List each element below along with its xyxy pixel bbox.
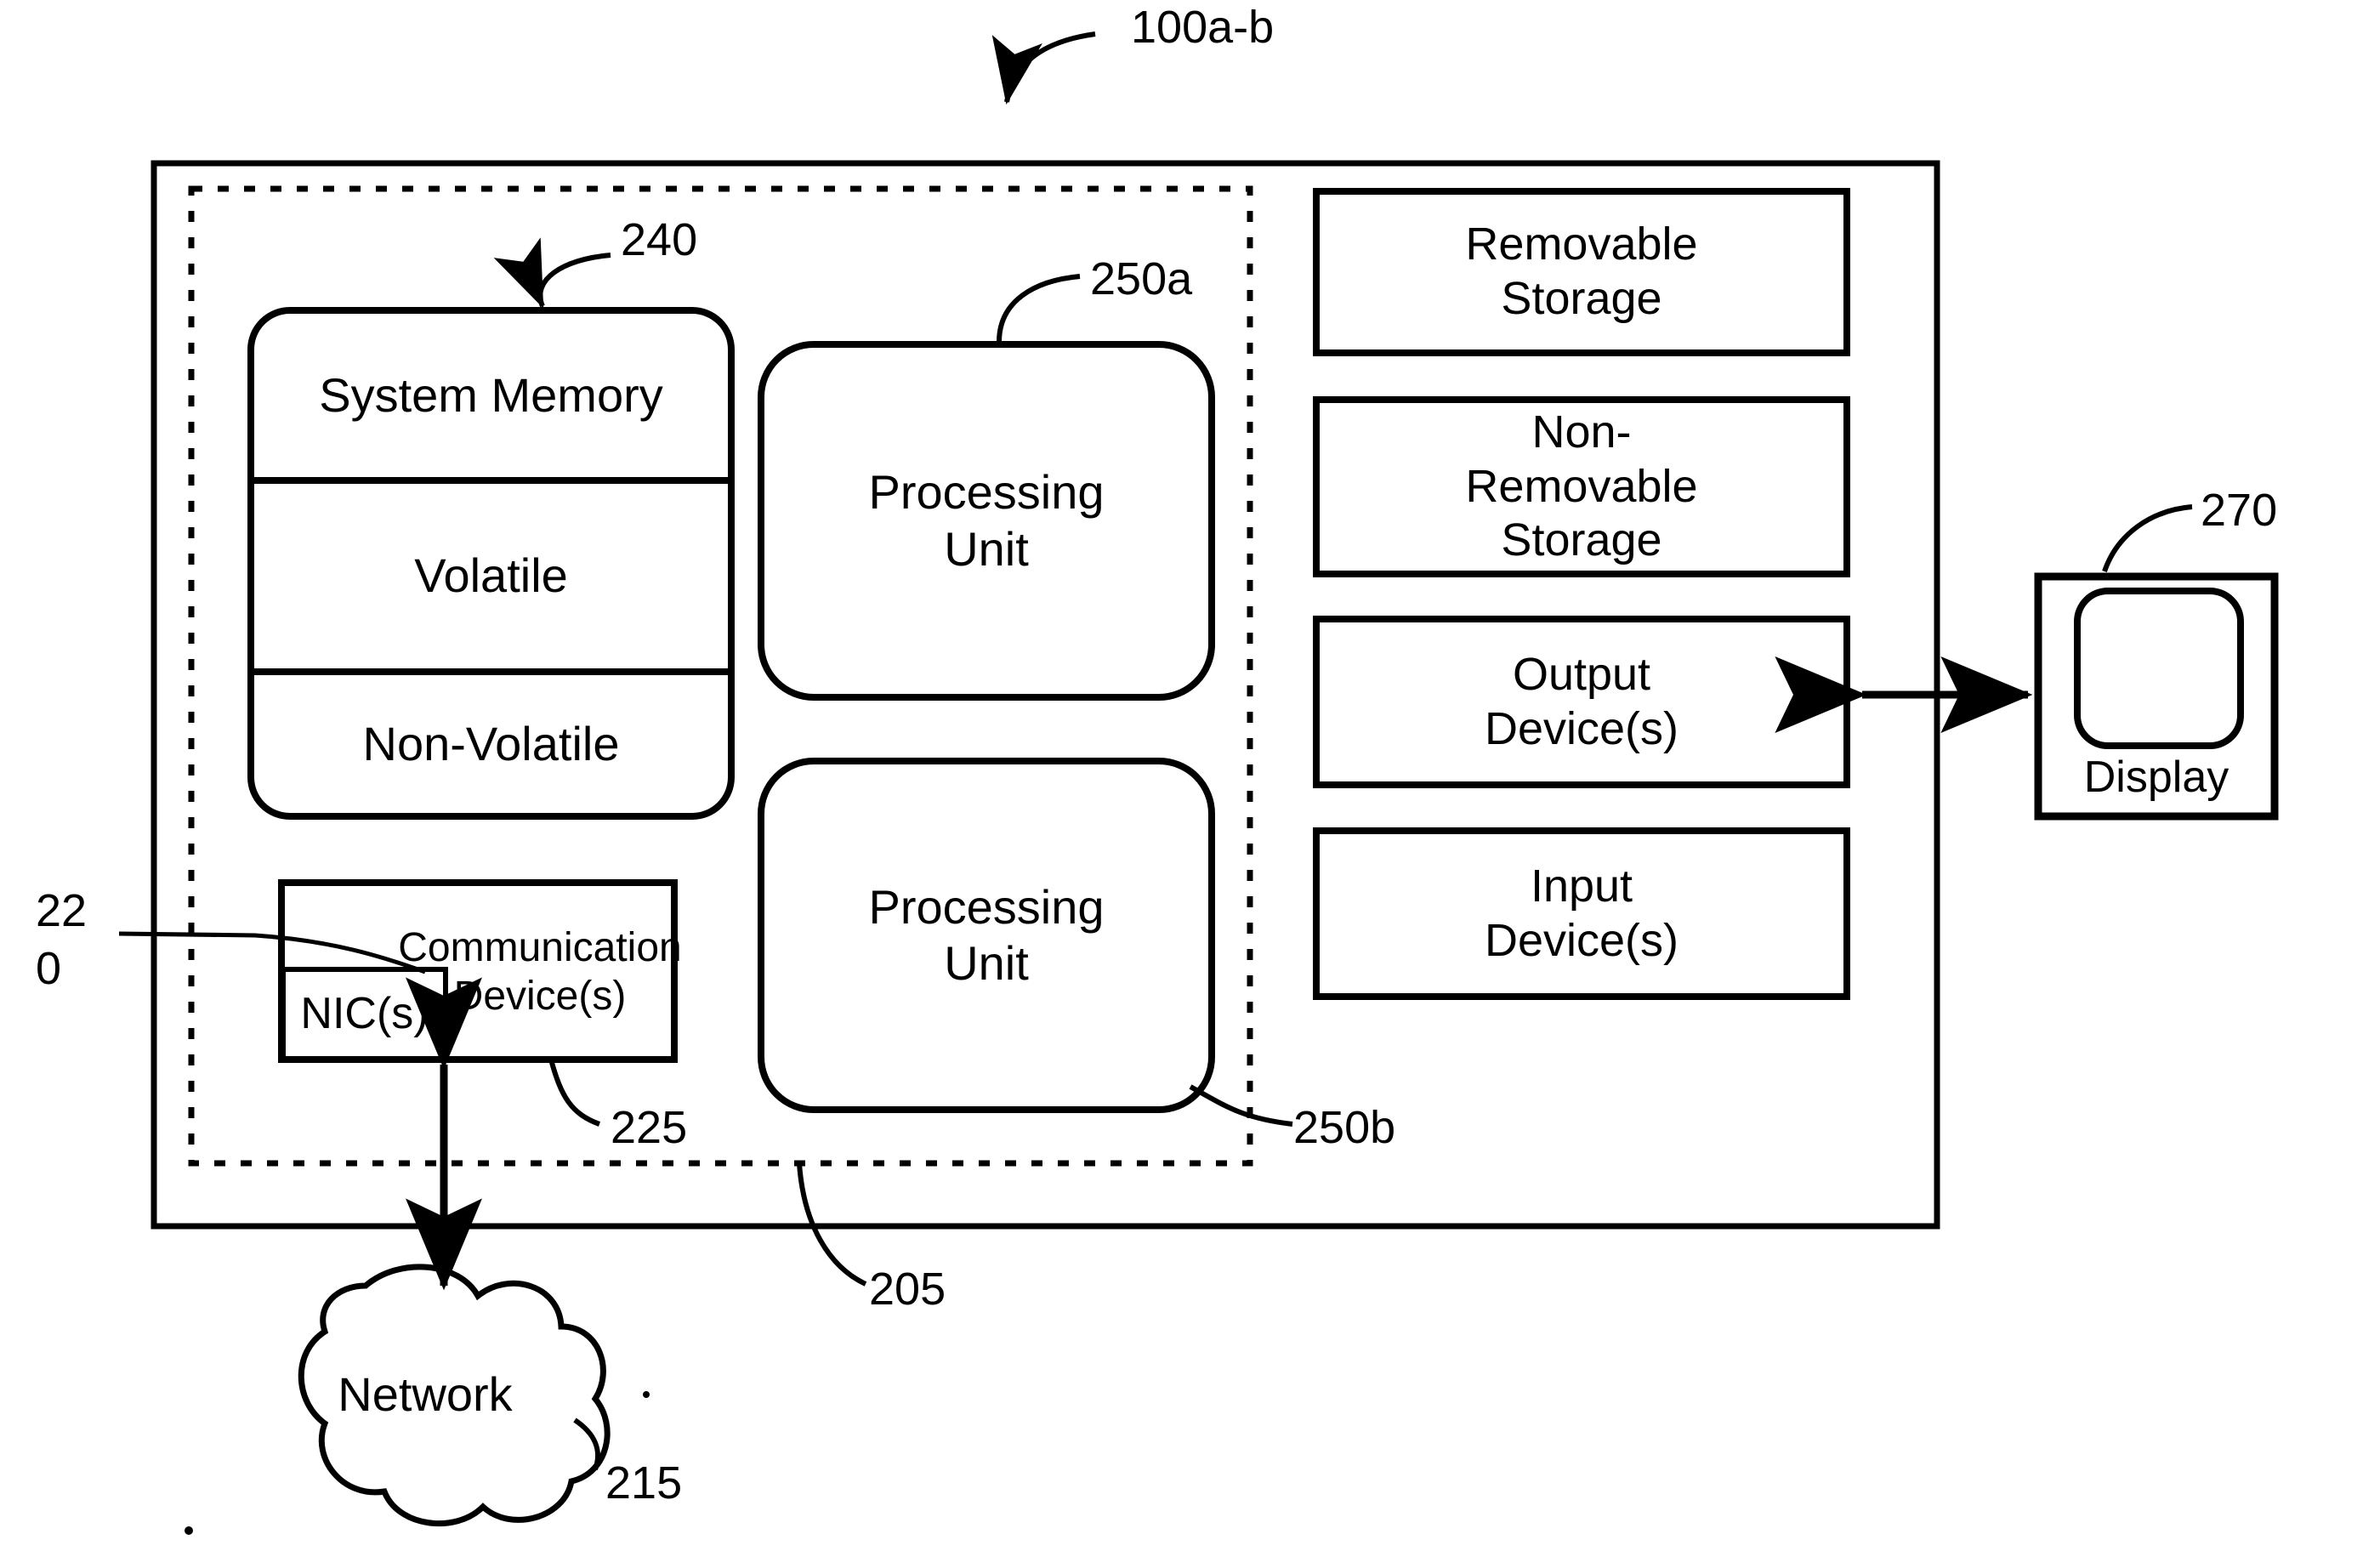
- processing-unit-b-box: [758, 758, 1215, 1113]
- processing-unit-a-box: [758, 341, 1215, 701]
- reference-270: 270: [2201, 485, 2278, 536]
- diagram-vector-layer: [118, 1, 2279, 1535]
- system-memory-box: [247, 307, 735, 820]
- leader-240: [493, 237, 611, 309]
- input-devices-box: [1313, 827, 1850, 1000]
- removable-storage-box: [1313, 188, 1850, 356]
- reference-220-line1: 22: [36, 885, 88, 936]
- leader-100ab: [1091, 1, 1099, 3]
- reference-205: 205: [869, 1264, 946, 1315]
- reference-250a: 250a: [1090, 253, 1193, 304]
- leader-250a: [997, 274, 1081, 343]
- leader-100ab-curve: [991, 31, 1096, 105]
- non-removable-storage-box: [1313, 396, 1850, 577]
- figure-canvas: 100a-b System Memory Volatile Non-Volati…: [0, 0, 2380, 1551]
- scan-artifact-dot-bottom: [185, 1526, 193, 1535]
- reference-215: 215: [605, 1457, 683, 1508]
- display-screen: [2074, 588, 2244, 749]
- leader-215: [573, 1417, 600, 1471]
- leader-220: [118, 931, 426, 974]
- reference-240: 240: [621, 214, 698, 265]
- leader-225: [548, 1059, 601, 1127]
- output-devices-box: [1313, 616, 1850, 788]
- reference-225: 225: [611, 1102, 688, 1153]
- leader-250b: [1189, 1084, 1293, 1127]
- reference-100ab: 100a-b: [1131, 2, 1275, 53]
- inner-dotted-enclosure: [188, 185, 1253, 1167]
- reference-220-line2: 0: [36, 943, 62, 994]
- reference-250b: 250b: [1293, 1102, 1396, 1153]
- leader-270: [2102, 504, 2193, 572]
- scan-artifact-dot-right: [643, 1391, 650, 1398]
- nics-box: [281, 967, 448, 1062]
- network-cloud: [298, 1264, 611, 1527]
